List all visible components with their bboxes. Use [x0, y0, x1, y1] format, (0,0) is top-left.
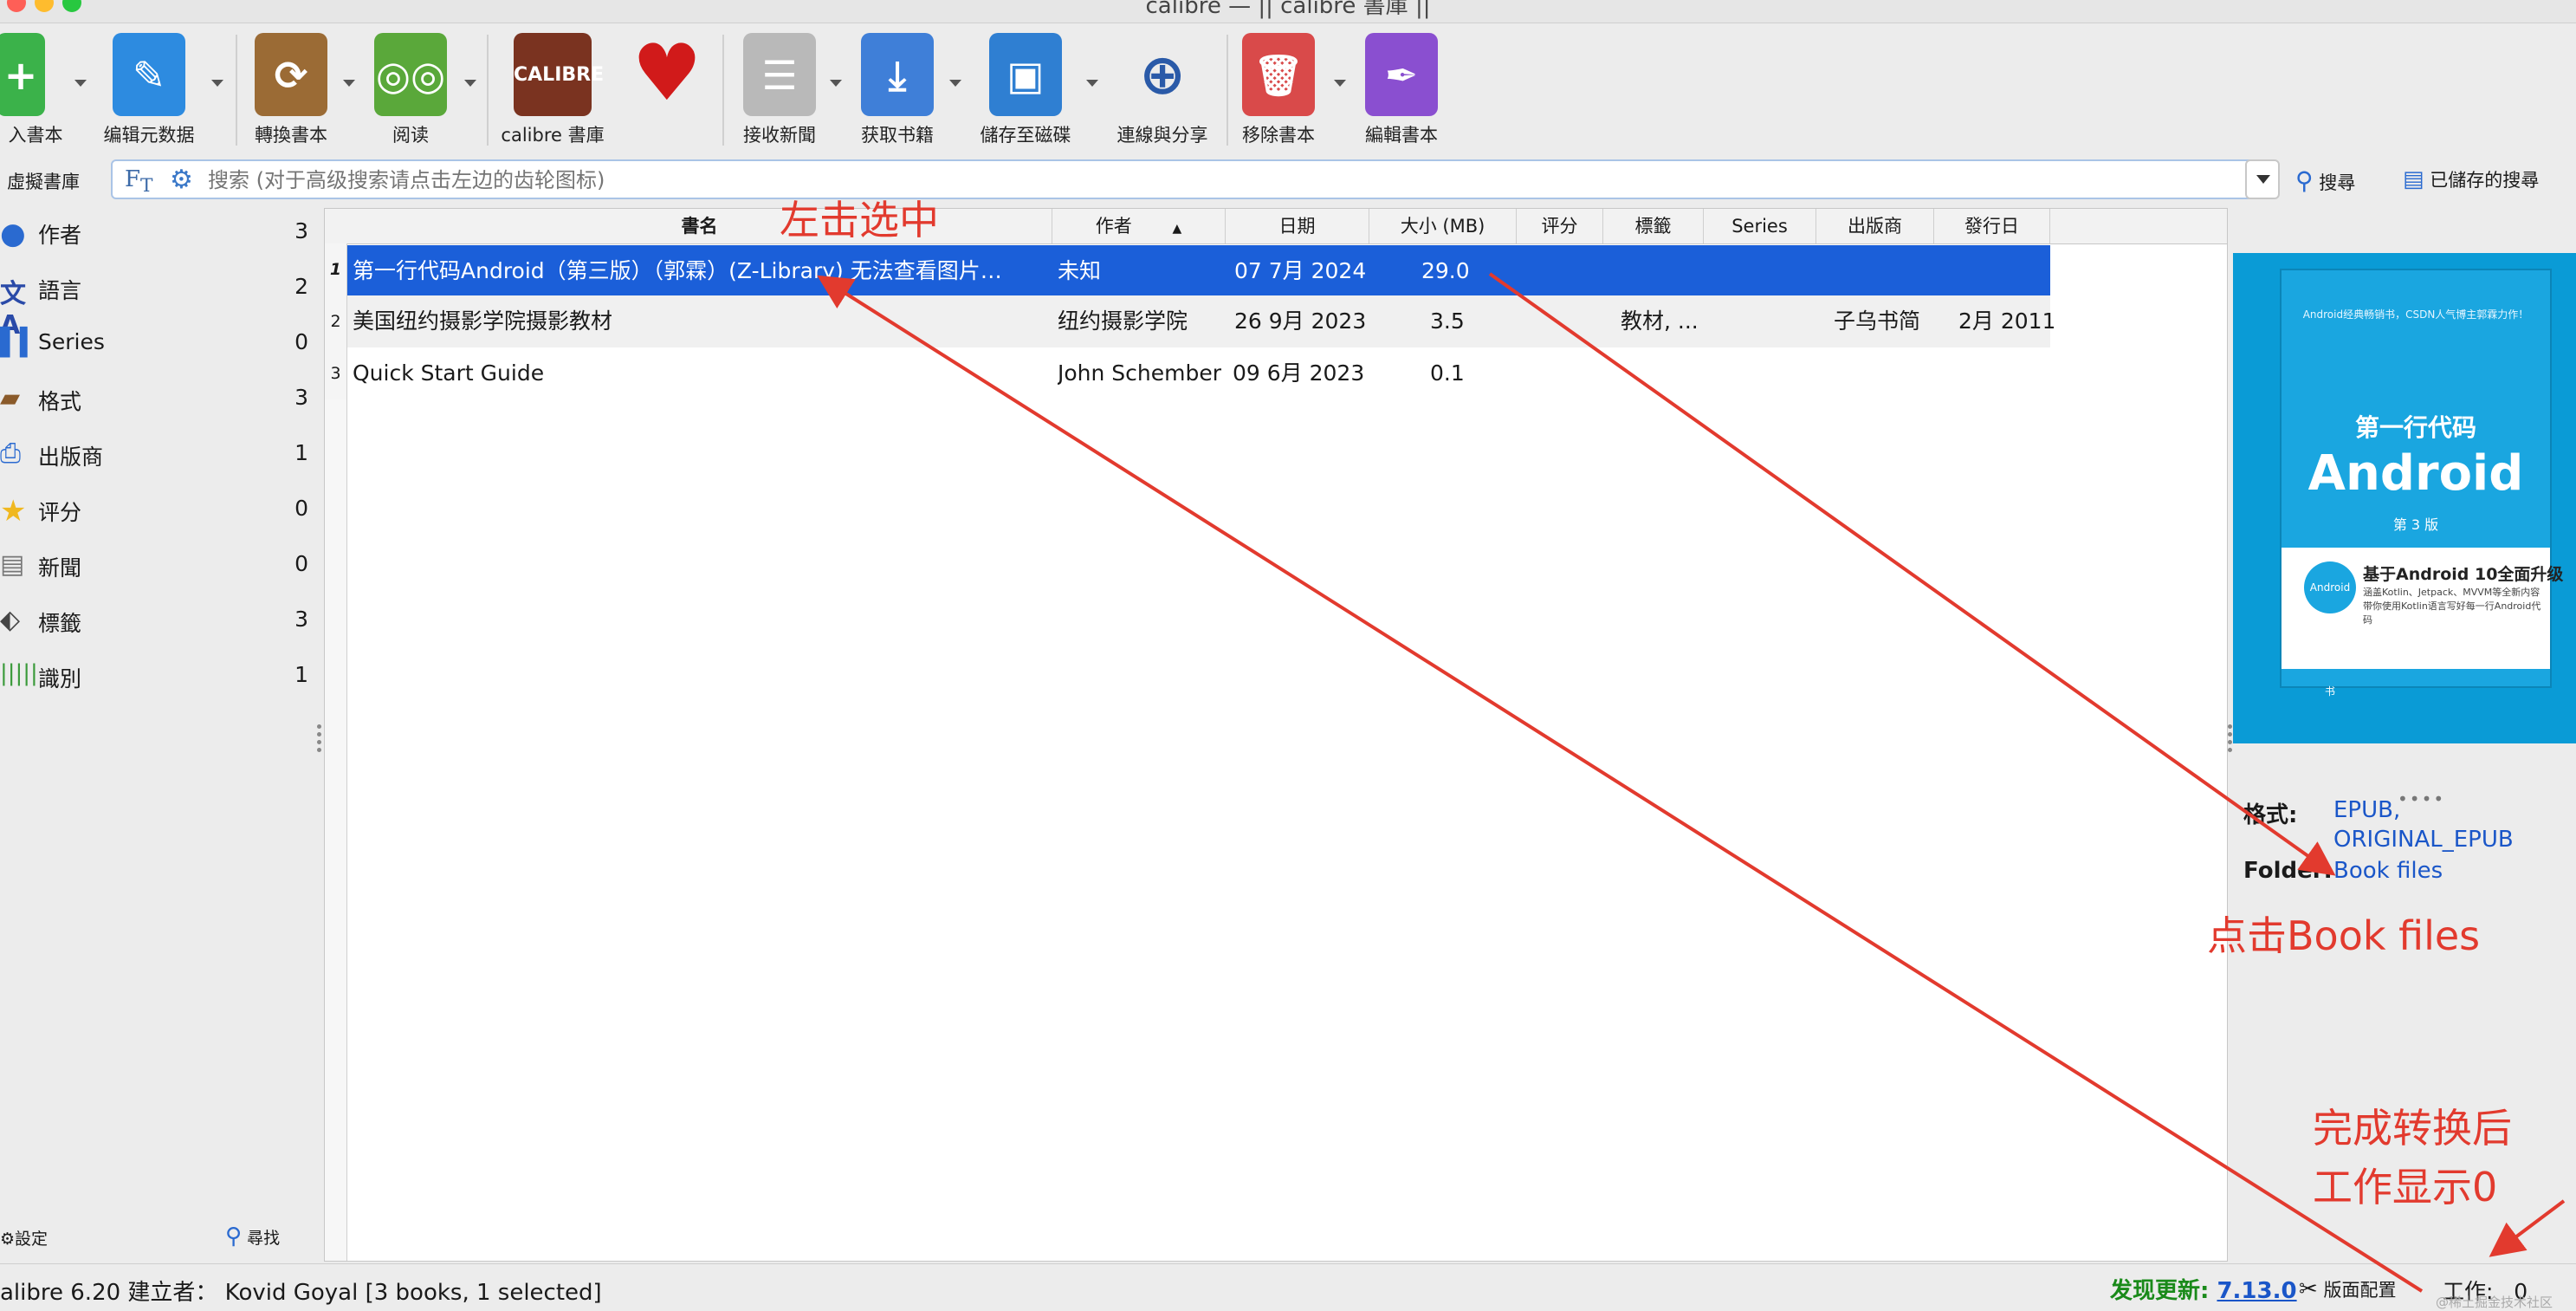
annotation-arrows [817, 272, 2566, 1293]
arrow-to-selected-row [817, 275, 2424, 1293]
arrow-to-jobs [2489, 1199, 2566, 1257]
